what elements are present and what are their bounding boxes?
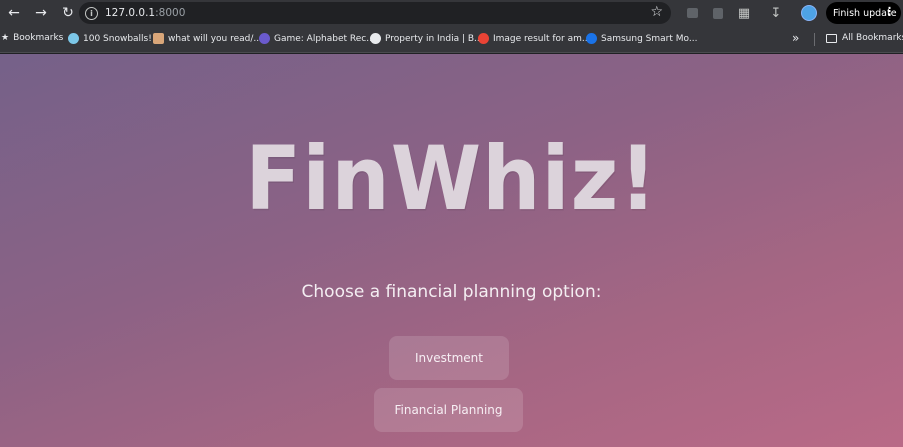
bookmark-item[interactable]: 100 Snowballs! [68, 33, 152, 44]
browser-toolbar: ← → ↻ i 127.0.0.1:8000 ☆ ▦ ↧ Finish upda… [0, 0, 903, 26]
address-bar[interactable]: i 127.0.0.1:8000 ☆ [79, 2, 671, 24]
investment-button[interactable]: Investment [389, 336, 509, 380]
download-icon[interactable]: ↧ [766, 3, 786, 23]
bookmark-item[interactable]: Samsung Smart Mo... [586, 33, 697, 44]
url-text: 127.0.0.1:8000 [105, 7, 186, 19]
bookmark-star-icon[interactable]: ☆ [650, 4, 663, 20]
bookmarks-button[interactable]: ★ Bookmarks [1, 33, 63, 43]
folder-icon [826, 33, 837, 43]
more-bookmarks-chevron-icon[interactable]: » [792, 31, 799, 45]
forward-arrow-icon[interactable]: → [30, 2, 52, 24]
financial-planning-button[interactable]: Financial Planning [374, 388, 523, 432]
bookmark-item[interactable]: Property in India | B... [370, 33, 483, 44]
page-content: FinWhiz! Choose a financial planning opt… [0, 54, 903, 447]
divider [814, 33, 815, 46]
tab-search-icon[interactable] [708, 3, 728, 23]
bookmark-item[interactable]: what will you read/... [153, 33, 262, 44]
bookmark-item[interactable]: Game: Alphabet Rec... [259, 33, 375, 44]
back-arrow-icon[interactable]: ← [3, 2, 25, 24]
game-favicon-icon [259, 33, 270, 44]
profile-avatar[interactable] [801, 5, 817, 21]
all-bookmarks-button[interactable]: All Bookmarks [826, 33, 903, 43]
google-favicon-icon [478, 33, 489, 44]
puzzle-icon[interactable]: ▦ [734, 3, 754, 23]
samsung-favicon-icon [586, 33, 597, 44]
bookmarks-bar: ★ Bookmarks 100 Snowballs! what will you… [0, 26, 903, 53]
book-favicon-icon [153, 33, 164, 44]
app-logo: FinWhiz! [245, 128, 658, 231]
site-info-icon[interactable]: i [85, 6, 98, 20]
finish-update-button[interactable]: Finish update ⋮ [826, 2, 901, 24]
bookmark-item[interactable]: Image result for am... [478, 33, 590, 44]
star-icon: ★ [1, 33, 10, 43]
globe-favicon-icon [370, 33, 381, 44]
snowball-favicon-icon [68, 33, 79, 44]
menu-dots-icon[interactable]: ⋮ [884, 5, 895, 18]
reload-icon[interactable]: ↻ [57, 2, 79, 24]
extension-icon[interactable] [682, 3, 702, 23]
page-prompt: Choose a financial planning option: [301, 282, 602, 302]
